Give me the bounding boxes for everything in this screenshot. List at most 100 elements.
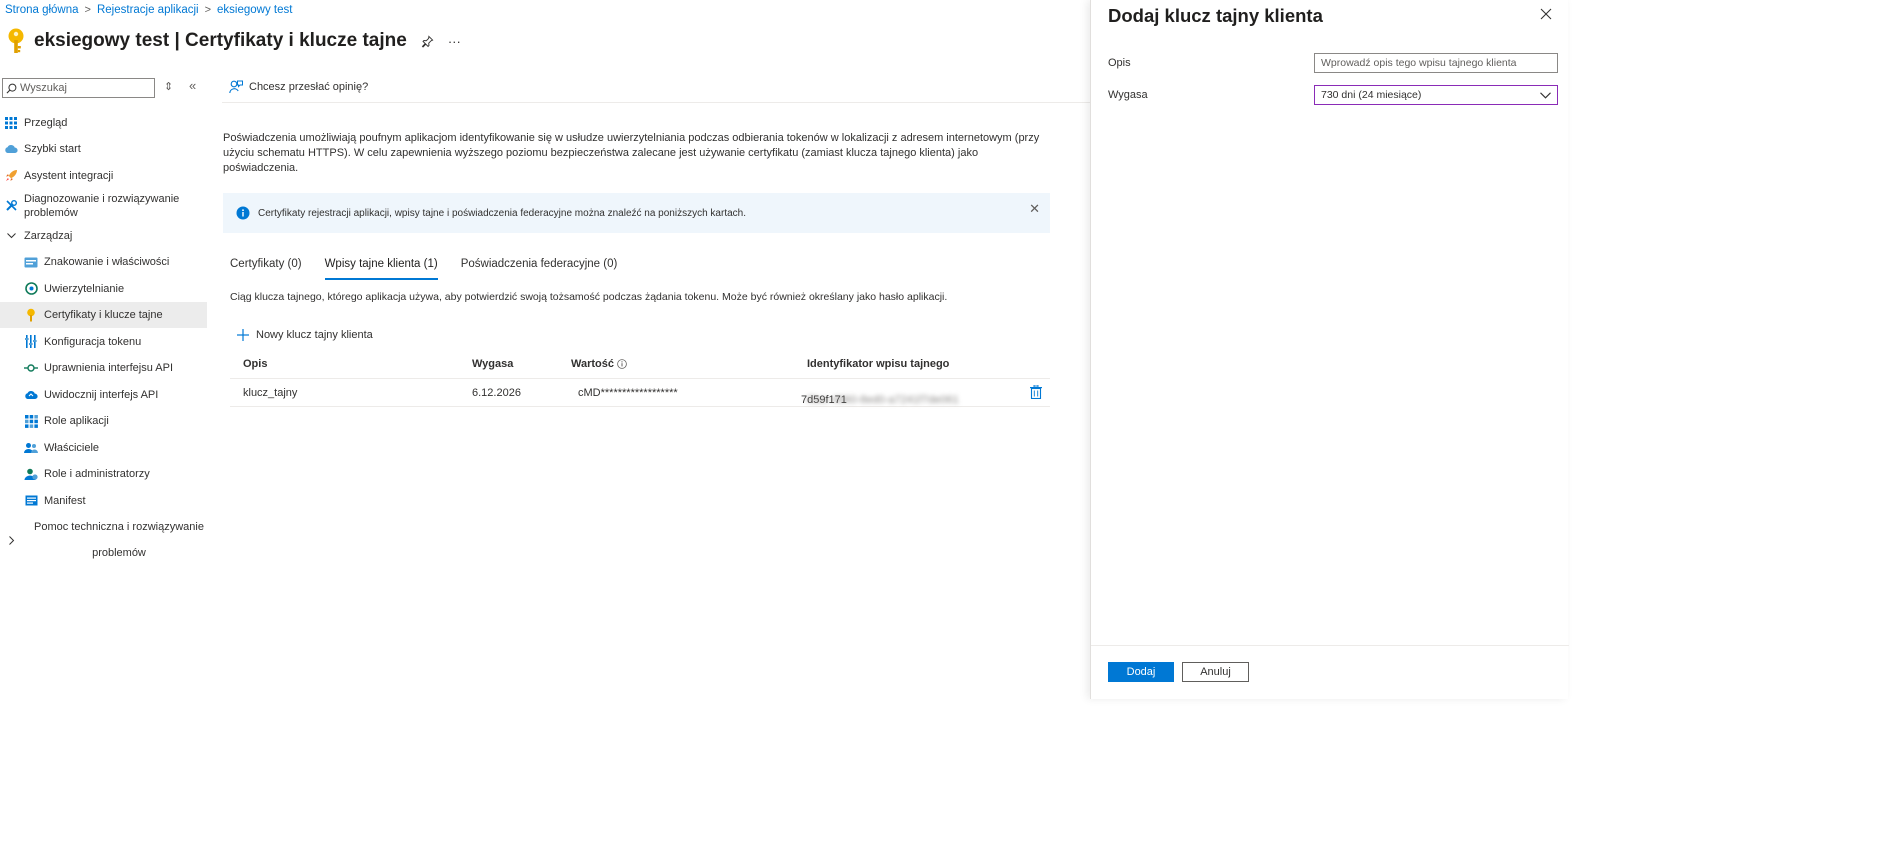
cancel-button[interactable]: Anuluj — [1182, 662, 1249, 682]
breadcrumb: Strona główna > Rejestracje aplikacji > … — [5, 4, 292, 16]
sidebar-item-label: Role aplikacji — [44, 415, 109, 427]
search-icon — [6, 83, 17, 93]
blurred-secret-id: -f3ec-4860-8ed0-a7241f7de061 — [804, 394, 959, 406]
feedback-button[interactable]: Chcesz przesłać opinię? — [229, 80, 368, 94]
table-row: klucz_tajny 6.12.2026 cMD***************… — [230, 380, 1050, 407]
delete-icon[interactable] — [1030, 385, 1042, 399]
tab-description: Ciąg klucza tajnego, którego aplikacja u… — [230, 291, 948, 303]
intro-text: Poświadczenia umożliwiają poufnym aplika… — [223, 132, 1040, 174]
column-header-description: Opis — [243, 358, 268, 370]
sidebar-group-manage[interactable]: Zarządzaj — [0, 222, 207, 249]
info-banner-text: Certyfikaty rejestracji aplikacji, wpisy… — [258, 207, 746, 219]
sidebar-item-branding[interactable]: Znakowanie i właściwości — [0, 249, 207, 275]
sidebar-item-label: Przegląd — [24, 117, 68, 129]
cell-value: cMD****************** — [578, 387, 678, 399]
sidebar-item-label: Asystent integracji — [24, 169, 114, 182]
plus-icon — [237, 329, 249, 341]
tab-client-secrets[interactable]: Wpisy tajne klienta (1) — [324, 258, 438, 280]
sidebar-item-overview[interactable]: Przegląd — [0, 110, 207, 136]
sidebar-item-diagnose[interactable]: Diagnozowanie i rozwiązywanie problemów — [0, 189, 207, 222]
collapse-sidebar-icon[interactable]: « — [189, 78, 196, 93]
column-header-expires: Wygasa — [472, 358, 514, 370]
add-secret-panel: Dodaj klucz tajny klienta Opis Wygasa 73… — [1090, 0, 1569, 699]
manifest-icon — [24, 494, 38, 508]
breadcrumb-separator: > — [84, 4, 91, 16]
chevron-down-icon — [4, 229, 18, 243]
token-bars-icon — [24, 335, 38, 349]
key-icon — [8, 28, 24, 53]
sidebar-item-manifest[interactable]: Manifest — [0, 487, 207, 514]
secrets-table-header: Opis Wygasa Wartość Identyfikator wpisu … — [230, 358, 1050, 379]
tab-certificates[interactable]: Certyfikaty (0) — [230, 258, 302, 280]
sidebar-group-support[interactable]: Pomoc techniczna i rozwiązywanie problemó… — [0, 516, 207, 564]
feedback-label: Chcesz przesłać opinię? — [249, 81, 369, 93]
expires-select[interactable]: 730 dni (24 miesiące) — [1314, 85, 1558, 105]
wrench-icon — [4, 199, 18, 213]
sidebar-item-expose-api[interactable]: Uwidocznij interfejs API — [0, 381, 207, 408]
page-title: eksiegowy test | Certyfikaty i klucze ta… — [34, 30, 407, 52]
expires-selected-value: 730 dni (24 miesiące) — [1321, 89, 1422, 101]
sidebar-item-certificates-secrets[interactable]: Certyfikaty i klucze tajne — [0, 302, 207, 328]
info-icon — [236, 206, 250, 220]
info-icon[interactable] — [617, 359, 627, 369]
more-actions-icon[interactable]: ··· — [448, 34, 461, 49]
new-client-secret-button[interactable]: Nowy klucz tajny klienta — [237, 329, 373, 341]
pin-icon[interactable] — [421, 34, 434, 48]
overview-grid-icon — [4, 116, 18, 130]
expires-label: Wygasa — [1108, 89, 1148, 101]
sidebar-item-authentication[interactable]: Uwierzytelnianie — [0, 275, 207, 302]
panel-footer-divider — [1091, 645, 1569, 646]
sidebar-item-label: Manifest — [44, 494, 86, 507]
sidebar-item-app-roles[interactable]: Role aplikacji — [0, 408, 207, 434]
sidebar-item-integration-assistant[interactable]: Asystent integracji — [0, 162, 207, 189]
api-permissions-icon — [24, 361, 38, 375]
tab-federated-credentials[interactable]: Poświadczenia federacyjne (0) — [461, 258, 618, 280]
chevron-down-icon — [1540, 91, 1551, 99]
info-banner: Certyfikaty rejestracji aplikacji, wpisy… — [223, 193, 1050, 233]
authentication-icon — [24, 282, 38, 296]
owners-icon — [24, 441, 38, 455]
sidebar-item-label: Pomoc techniczna i rozwiązywanie problemó… — [34, 521, 204, 559]
sidebar-item-label: Uwidocznij interfejs API — [44, 388, 159, 401]
description-input[interactable] — [1314, 53, 1558, 73]
cell-expires: 6.12.2026 — [472, 387, 521, 399]
column-header-secret-id: Identyfikator wpisu tajnego — [807, 358, 950, 370]
sidebar-item-label: Uwierzytelnianie — [44, 282, 125, 295]
search-input[interactable] — [20, 82, 145, 94]
sidebar-item-label: Konfiguracja tokenu — [44, 335, 142, 348]
page-header: eksiegowy test | Certyfikaty i klucze ta… — [6, 26, 461, 56]
branding-icon — [24, 255, 38, 269]
cloud-quickstart-icon — [4, 142, 18, 156]
breadcrumb-separator: > — [204, 4, 212, 16]
breadcrumb-app-registrations[interactable]: Rejestracje aplikacji — [97, 4, 199, 16]
description-label: Opis — [1108, 57, 1131, 69]
new-client-secret-label: Nowy klucz tajny klienta — [256, 329, 373, 341]
panel-title: Dodaj klucz tajny klienta — [1108, 5, 1323, 26]
sidebar-item-owners[interactable]: Właściciele — [0, 434, 207, 461]
sidebar-item-roles-admins[interactable]: Role i administratorzy — [0, 461, 207, 487]
breadcrumb-home[interactable]: Strona główna — [5, 4, 79, 16]
breadcrumb-app[interactable]: eksiegowy test — [217, 4, 292, 16]
sidebar-item-api-permissions[interactable]: Uprawnienia interfejsu API — [0, 355, 207, 381]
sidebar-item-label: Znakowanie i właściwości — [44, 256, 170, 268]
sidebar: ⇕ « Przegląd Szybki start Asystent integ… — [0, 76, 207, 699]
rocket-icon — [4, 169, 18, 183]
close-icon[interactable]: ✕ — [1029, 201, 1040, 217]
tab-bar: Certyfikaty (0) Wpisy tajne klienta (1) … — [230, 258, 640, 280]
roles-admins-icon — [24, 467, 38, 481]
chevron-right-icon — [4, 533, 18, 547]
expose-api-cloud-icon — [24, 388, 38, 402]
app-name: eksiegowy test — [34, 30, 170, 51]
sidebar-item-label: Role i administratorzy — [44, 468, 150, 480]
divider — [222, 102, 1090, 103]
key-icon — [24, 308, 38, 322]
sidebar-item-label: Właściciele — [44, 441, 100, 454]
add-button[interactable]: Dodaj — [1108, 662, 1174, 682]
sidebar-item-quickstart[interactable]: Szybki start — [0, 136, 207, 162]
sidebar-item-token-configuration[interactable]: Konfiguracja tokenu — [0, 328, 207, 355]
sidebar-search[interactable] — [2, 78, 155, 98]
close-icon[interactable] — [1540, 8, 1552, 20]
sidebar-item-label: Zarządzaj — [24, 229, 73, 242]
sort-toggle-icon[interactable]: ⇕ — [164, 80, 173, 93]
sidebar-item-label: Certyfikaty i klucze tajne — [44, 309, 163, 321]
